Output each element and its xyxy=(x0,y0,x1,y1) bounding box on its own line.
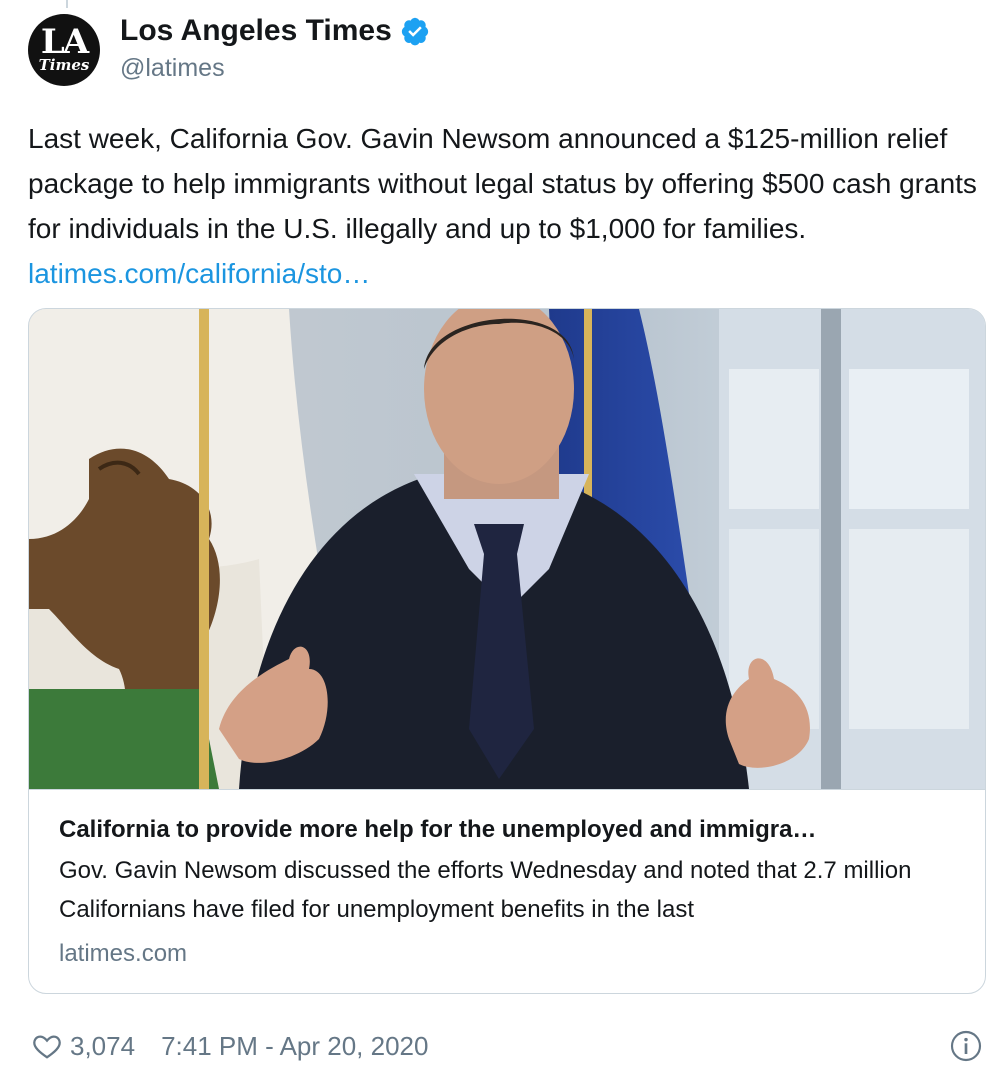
timestamp[interactable]: 7:41 PM - Apr 20, 2020 xyxy=(161,1031,428,1062)
card-domain: latimes.com xyxy=(59,940,188,967)
card-image[interactable] xyxy=(29,309,985,790)
tweet-body: Last week, California Gov. Gavin Newsom … xyxy=(28,123,977,244)
thread-connector xyxy=(66,0,68,8)
display-name[interactable]: Los Angeles Times xyxy=(120,14,392,48)
avatar[interactable]: LA Times xyxy=(28,14,100,86)
card-description: Gov. Gavin Newsom discussed the efforts … xyxy=(59,857,912,923)
card-title[interactable]: California to provide more help for the … xyxy=(59,809,955,851)
avatar-logo-la: LA xyxy=(40,22,89,62)
heart-icon[interactable] xyxy=(32,1031,62,1061)
tweet-link[interactable]: latimes.com/california/sto… xyxy=(28,258,370,289)
card-body: California to provide more help for the … xyxy=(59,809,955,975)
info-icon[interactable] xyxy=(950,1030,982,1062)
card-photo xyxy=(29,309,985,789)
link-card[interactable]: California to provide more help for the … xyxy=(28,308,986,994)
tweet-footer: 3,074 7:41 PM - Apr 20, 2020 xyxy=(32,1026,984,1066)
avatar-logo-times: Times xyxy=(38,56,90,74)
display-name-row: Los Angeles Times xyxy=(120,14,430,48)
account-handle[interactable]: @latimes xyxy=(120,54,225,83)
verified-badge-icon xyxy=(401,17,428,46)
like-count[interactable]: 3,074 xyxy=(70,1031,135,1062)
tweet-text: Last week, California Gov. Gavin Newsom … xyxy=(28,116,978,296)
tweet-header: LA Times Los Angeles Times @latimes xyxy=(28,8,976,88)
